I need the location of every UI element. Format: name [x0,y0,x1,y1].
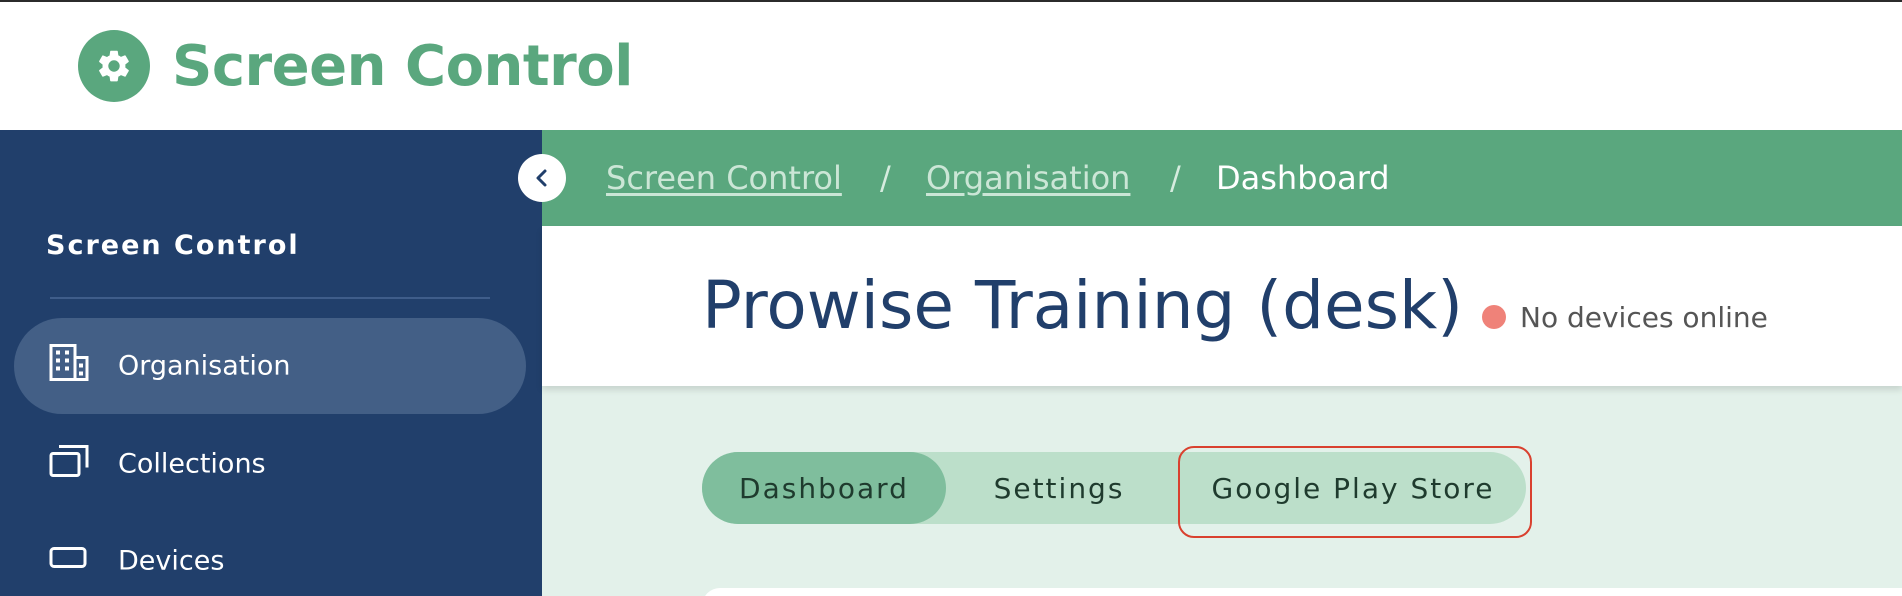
building-icon [49,344,89,389]
tab-settings[interactable]: Settings [946,452,1172,524]
collections-icon [49,444,89,485]
chevron-left-icon [536,169,547,187]
status-dot-icon [1482,305,1506,329]
tab-google-play-store[interactable]: Google Play Store [1180,452,1526,524]
status-indicator: No devices online [1482,298,1768,336]
app-window: Screen Control Screen Control Organisati… [0,0,1902,596]
app-title[interactable]: Screen Control [172,30,633,102]
sidebar-item-devices[interactable]: Devices [14,513,526,596]
breadcrumb-item-dashboard: Dashboard [1216,159,1390,197]
breadcrumb-item-screen-control[interactable]: Screen Control [606,155,842,201]
sidebar-title: Screen Control [46,229,300,261]
collapse-sidebar-button[interactable] [518,154,566,202]
sidebar-item-label: Collections [118,448,266,480]
breadcrumb-separator: / [1170,159,1181,197]
breadcrumb-separator: / [880,159,891,197]
tab-dashboard[interactable]: Dashboard [702,452,946,524]
sidebar-divider [50,297,490,299]
sidebar-item-collections[interactable]: Collections [14,416,526,512]
page-title: Prowise Training (desk) [702,266,1463,344]
app-logo[interactable] [78,30,150,102]
content-card [702,588,1902,596]
breadcrumb-item-organisation[interactable]: Organisation [926,155,1130,201]
sidebar-item-label: Organisation [118,350,291,382]
sidebar-item-organisation[interactable]: Organisation [14,318,526,414]
gear-icon [99,50,129,82]
status-text: No devices online [1520,300,1768,334]
device-icon [49,546,89,577]
sidebar-item-label: Devices [118,545,225,577]
